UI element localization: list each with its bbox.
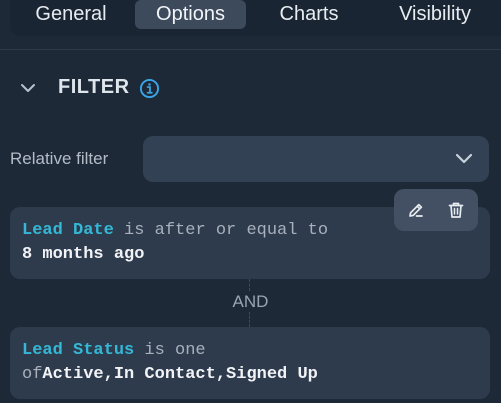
relative-filter-select[interactable] xyxy=(143,136,489,182)
section-title: FILTER xyxy=(58,76,130,98)
trash-icon[interactable] xyxy=(446,200,466,220)
condition-line: Lead Date is after or equal to xyxy=(22,219,328,243)
tab-options[interactable]: Options xyxy=(135,0,246,29)
condition-field: Lead Status xyxy=(22,341,135,360)
divider xyxy=(0,49,501,50)
condition-line: 8 months ago xyxy=(22,243,144,267)
chevron-down-icon xyxy=(455,153,473,164)
collapse-chevron-icon[interactable] xyxy=(20,80,36,96)
filter-options-panel: General Options Charts Visibility FILTER… xyxy=(0,0,501,403)
info-icon[interactable] xyxy=(139,78,160,99)
condition-value: Active,In Contact,Signed Up xyxy=(42,365,318,384)
tabs-bar: General Options Charts Visibility xyxy=(10,0,501,36)
condition-card[interactable]: Lead Status is one ofActive,In Contact,S… xyxy=(10,327,490,399)
condition-operator: is one xyxy=(144,341,206,360)
condition-actions xyxy=(394,189,478,231)
condition-operator: is after or equal to xyxy=(124,221,329,240)
edit-icon[interactable] xyxy=(406,200,426,220)
connector-line xyxy=(249,279,250,291)
tab-charts[interactable]: Charts xyxy=(266,0,352,29)
relative-filter-label: Relative filter xyxy=(10,149,109,168)
tab-visibility[interactable]: Visibility xyxy=(382,0,488,29)
tab-general[interactable]: General xyxy=(22,0,120,29)
connector-line xyxy=(249,312,250,327)
condition-line: Lead Status is one xyxy=(22,339,206,363)
condition-prefix: of xyxy=(22,365,43,384)
condition-line: ofActive,In Contact,Signed Up xyxy=(22,363,318,387)
logical-operator-label: AND xyxy=(232,292,269,311)
condition-value: 8 months ago xyxy=(22,245,145,264)
condition-field: Lead Date xyxy=(22,221,114,240)
